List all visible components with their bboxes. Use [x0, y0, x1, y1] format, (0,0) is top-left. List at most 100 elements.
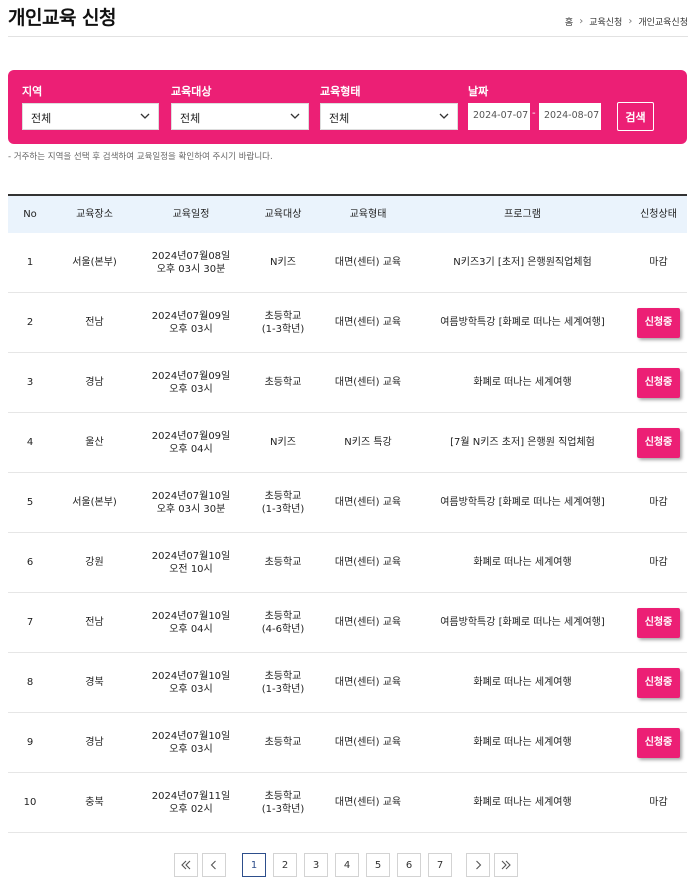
row-program[interactable]: 화폐로 떠나는 세계여행 — [415, 713, 630, 772]
row-type: 대면(센터) 교육 — [334, 497, 402, 508]
search-panel: 지역 전체 교육대상 전체 교육형태 전체 날짜 2024-07-07 - 20… — [8, 70, 687, 144]
search-notice: - 거주하는 지역을 선택 후 검색하여 교육일정을 확인하여 주시기 바랍니다… — [8, 152, 273, 162]
row-place: 강원 — [85, 557, 104, 568]
row-schedule: 2024년07월10일 오후 03시 30분 — [151, 490, 231, 515]
row-place: 전남 — [85, 317, 104, 328]
chevron-left-icon — [210, 860, 216, 870]
row-status: 마감 — [630, 533, 687, 592]
chevron-right-icon — [476, 860, 482, 870]
row-status: 마감 — [630, 773, 687, 832]
row-type: 대면(센터) 교육 — [334, 737, 402, 748]
chevron-down-icon — [290, 113, 300, 119]
apply-button[interactable]: 신청중 — [637, 667, 680, 698]
target-label: 교육대상 — [171, 85, 212, 98]
row-target: N키즈 — [270, 257, 296, 268]
page-button-7[interactable]: 7 — [428, 853, 452, 877]
apply-button[interactable]: 신청중 — [637, 607, 680, 638]
row-program[interactable]: 화폐로 떠나는 세계여행 — [415, 353, 630, 412]
apply-button[interactable]: 신청중 — [637, 367, 680, 398]
row-program[interactable]: 화폐로 떠나는 세계여행 — [415, 653, 630, 712]
row-type: 대면(센터) 교육 — [334, 617, 402, 628]
row-type: 대면(센터) 교육 — [334, 557, 402, 568]
row-status: 마감 — [630, 473, 687, 532]
row-schedule: 2024년07월10일 오후 03시 — [151, 670, 231, 695]
date-from-input[interactable]: 2024-07-07 — [468, 103, 530, 130]
breadcrumb-education[interactable]: 교육신청 — [589, 15, 622, 28]
row-place: 울산 — [85, 437, 104, 448]
row-status: 신청중 — [630, 413, 687, 472]
double-chevron-right-icon — [501, 860, 511, 870]
table-row: 6 강원 2024년07월10일 오전 10시 초등학교 대면(센터) 교육 화폐로 떠나… — [8, 533, 687, 593]
row-no: 3 — [26, 377, 34, 388]
header-type: 교육형태 — [349, 209, 387, 220]
row-status: 신청중 — [630, 593, 687, 652]
double-chevron-left-icon — [181, 860, 191, 870]
page-button-5[interactable]: 5 — [366, 853, 390, 877]
row-schedule: 2024년07월09일 오후 03시 — [151, 370, 231, 395]
closed-label: 마감 — [649, 797, 668, 808]
row-type: 대면(센터) 교육 — [334, 257, 402, 268]
row-program[interactable]: 여름방학특강 [화폐로 떠나는 세계여행] — [415, 593, 630, 652]
chevron-down-icon — [439, 113, 449, 119]
row-place: 경북 — [85, 677, 104, 688]
header-program: 프로그램 — [504, 209, 541, 220]
chevron-right-icon: › — [628, 16, 633, 27]
apply-button[interactable]: 신청중 — [637, 727, 680, 758]
page-button-4[interactable]: 4 — [335, 853, 359, 877]
page-button-2[interactable]: 2 — [273, 853, 297, 877]
search-button[interactable]: 검색 — [617, 102, 654, 131]
date-separator: - — [532, 108, 536, 119]
page-button-3[interactable]: 3 — [304, 853, 328, 877]
row-program[interactable]: 화폐로 떠나는 세계여행 — [415, 533, 630, 592]
row-type: N키즈 특강 — [344, 437, 392, 448]
header-target: 교육대상 — [264, 209, 302, 220]
row-schedule: 2024년07월09일 오후 03시 — [151, 310, 231, 335]
row-type: 대면(센터) 교육 — [334, 677, 402, 688]
type-label: 교육형태 — [320, 85, 361, 98]
last-page-button[interactable] — [494, 853, 518, 877]
next-page-button[interactable] — [466, 853, 490, 877]
date-to-value: 2024-08-07 — [544, 110, 600, 121]
breadcrumb-current: 개인교육신청 — [638, 18, 688, 28]
table-row: 3 경남 2024년07월09일 오후 03시 초등학교 대면(센터) 교육 화폐로 떠나… — [8, 353, 687, 413]
target-select[interactable]: 전체 — [171, 103, 309, 130]
row-status: 신청중 — [630, 713, 687, 772]
row-status: 신청중 — [630, 293, 687, 352]
date-from-value: 2024-07-07 — [473, 110, 529, 121]
row-schedule: 2024년07월11일 오후 02시 — [151, 790, 231, 815]
row-schedule: 2024년07월09일 오후 04시 — [151, 430, 231, 455]
header-status: 신청상태 — [640, 209, 677, 220]
row-place: 충북 — [85, 797, 104, 808]
page-button-6[interactable]: 6 — [397, 853, 421, 877]
row-no: 1 — [26, 257, 34, 268]
table-row: 8 경북 2024년07월10일 오후 03시 초등학교 (1-3학년) 대면(센터) … — [8, 653, 687, 713]
row-status: 신청중 — [630, 353, 687, 412]
header-schedule: 교육일정 — [172, 209, 210, 220]
row-target: 초등학교 (1-3학년) — [261, 790, 305, 815]
row-program[interactable]: 여름방학특강 [화폐로 떠나는 세계여행] — [415, 473, 630, 532]
prev-page-button[interactable] — [202, 853, 226, 877]
table-row: 4 울산 2024년07월09일 오후 04시 N키즈 N키즈 특강 [7월 N키즈 초저… — [8, 413, 687, 473]
row-program[interactable]: 여름방학특강 [화폐로 떠나는 세계여행] — [415, 293, 630, 352]
row-schedule: 2024년07월10일 오후 03시 — [151, 730, 231, 755]
header-no: No — [23, 209, 37, 220]
first-page-button[interactable] — [174, 853, 198, 877]
row-place: 서울(본부) — [72, 497, 117, 508]
apply-button[interactable]: 신청중 — [637, 307, 680, 338]
page-title: 개인교육 신청 — [8, 7, 117, 29]
header-place: 교육장소 — [76, 209, 113, 220]
row-program[interactable]: 화폐로 떠나는 세계여행 — [415, 773, 630, 832]
date-to-input[interactable]: 2024-08-07 — [539, 103, 601, 130]
row-schedule: 2024년07월10일 오전 10시 — [151, 550, 231, 575]
row-schedule: 2024년07월08일 오후 03시 30분 — [151, 250, 231, 275]
type-select[interactable]: 전체 — [320, 103, 458, 130]
table-row: 5 서울(본부) 2024년07월10일 오후 03시 30분 초등학교 (1-3학년… — [8, 473, 687, 533]
education-table: No 교육장소 교육일정 교육대상 교육형태 프로그램 신청상태 1 서울(본부)… — [8, 194, 687, 833]
row-program[interactable]: [7월 N키즈 초저] 은행원 직업체험 — [415, 413, 630, 472]
table-body: 1 서울(본부) 2024년07월08일 오후 03시 30분 N키즈 대면(센터) 교… — [8, 233, 687, 833]
breadcrumb-home[interactable]: 홈 — [565, 15, 573, 28]
apply-button[interactable]: 신청중 — [637, 427, 680, 458]
row-program[interactable]: N키즈3기 [초저] 은행원직업체험 — [415, 233, 630, 292]
region-select[interactable]: 전체 — [22, 103, 159, 130]
page-button-1[interactable]: 1 — [242, 853, 266, 877]
